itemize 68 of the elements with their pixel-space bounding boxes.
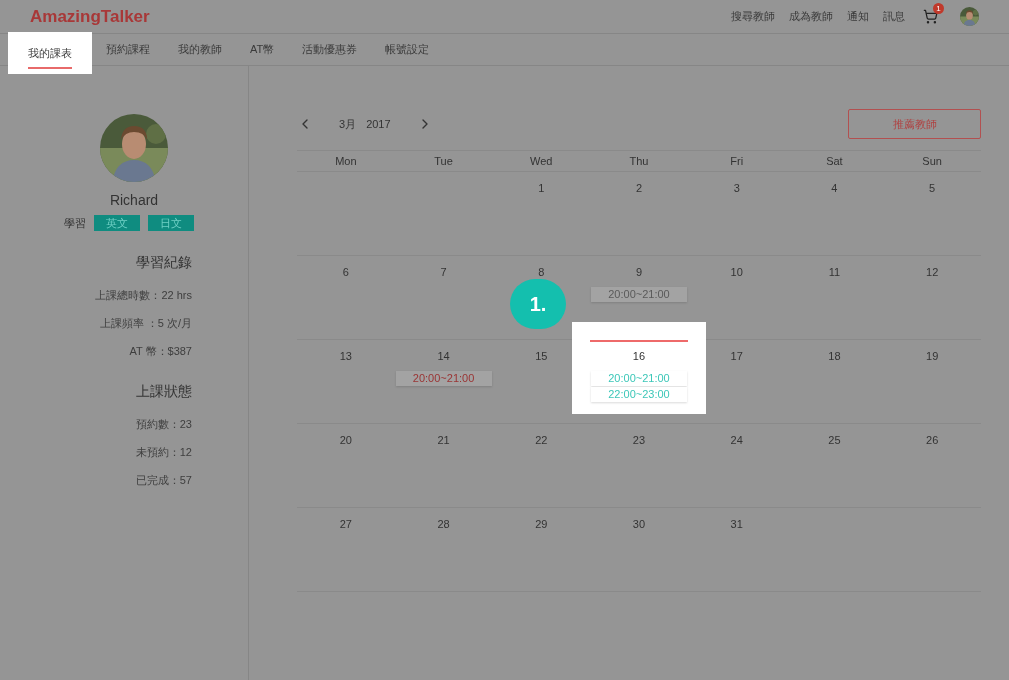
day-number[interactable]: 28 xyxy=(437,516,450,533)
day-number[interactable]: 12 xyxy=(926,264,939,281)
weekday-header: Wed xyxy=(529,153,554,169)
weekday-header: Sat xyxy=(825,153,844,169)
stat-line: 未預約：12 xyxy=(135,444,192,460)
month-label: 3月 xyxy=(339,116,357,132)
nav-link[interactable]: 搜尋教師 xyxy=(731,8,775,25)
nav-tab[interactable]: 帳號設定 xyxy=(371,34,444,65)
day-number[interactable]: 20 xyxy=(339,432,352,449)
day-number[interactable]: 11 xyxy=(828,264,841,281)
nav-link[interactable]: 成為教師 xyxy=(789,8,833,25)
stat-line: AT 幣：$387 xyxy=(129,343,192,359)
day-number[interactable]: 14 xyxy=(437,348,450,365)
day-number[interactable]: 23 xyxy=(632,432,646,449)
day-number[interactable]: 24 xyxy=(730,432,743,449)
day-number[interactable]: 29 xyxy=(535,516,548,533)
cart-badge: 1 xyxy=(933,3,944,14)
weekday-header: Thu xyxy=(628,153,650,169)
day-number[interactable]: 17 xyxy=(730,348,743,365)
year-label: 2017 xyxy=(366,116,391,132)
day-number[interactable]: 18 xyxy=(828,348,841,365)
nav-tab[interactable]: 活動優惠券 xyxy=(288,34,372,65)
day-number[interactable]: 19 xyxy=(926,348,939,365)
event-chip[interactable]: 20:00~21:00 xyxy=(591,286,687,302)
cart-icon[interactable] xyxy=(923,9,938,24)
step-marker: 1. xyxy=(510,279,566,329)
nav-tab[interactable]: 我的課表 xyxy=(8,32,92,74)
day-number[interactable]: 13 xyxy=(339,348,352,365)
nav-tab[interactable]: AT幣 xyxy=(236,34,289,65)
day-number[interactable]: 8 xyxy=(538,264,545,281)
day-number[interactable]: 3 xyxy=(733,180,740,197)
day-number[interactable]: 4 xyxy=(831,180,838,197)
stat-line: 已完成：57 xyxy=(135,472,192,488)
day-number[interactable]: 5 xyxy=(929,180,936,197)
nav-link[interactable]: 通知 xyxy=(847,8,869,25)
language-tag: 英文 xyxy=(94,215,140,232)
day-number[interactable]: 7 xyxy=(440,264,447,281)
learning-label: 學習 xyxy=(64,216,86,231)
language-tag: 日文 xyxy=(148,215,194,232)
day-number[interactable]: 27 xyxy=(339,516,352,533)
day-number[interactable]: 9 xyxy=(635,264,643,281)
stat-line: 上課總時數：22 hrs xyxy=(95,287,192,303)
day-number[interactable]: 2 xyxy=(635,180,643,197)
day-number[interactable]: 26 xyxy=(926,432,939,449)
nav-link[interactable]: 訊息 xyxy=(883,8,905,25)
day-number[interactable]: 30 xyxy=(632,516,646,533)
day-number[interactable]: 16 xyxy=(632,348,646,365)
user-avatar[interactable] xyxy=(960,7,979,26)
day-number[interactable]: 22 xyxy=(535,432,548,449)
weekday-header: Sun xyxy=(921,153,943,169)
profile-name: Richard xyxy=(109,191,159,210)
weekday-header: Mon xyxy=(334,153,358,169)
event-chip[interactable]: 20:00~21:00 xyxy=(395,370,492,386)
nav-tab[interactable]: 預約課程 xyxy=(92,34,164,65)
weekday-header: Fri xyxy=(729,153,745,169)
day-number[interactable]: 1 xyxy=(538,180,545,197)
section-title: 學習紀錄 xyxy=(136,252,192,272)
nav-tab[interactable]: 我的教師 xyxy=(164,34,236,65)
day-number[interactable]: 31 xyxy=(730,516,743,533)
stat-line: 預約數：23 xyxy=(135,416,192,432)
day-number[interactable]: 25 xyxy=(828,432,841,449)
day-number[interactable]: 15 xyxy=(535,348,548,365)
day-number[interactable]: 21 xyxy=(437,432,450,449)
section-title: 上課狀態 xyxy=(136,381,192,401)
weekday-header: Tue xyxy=(433,153,454,169)
stat-line: 上課頻率 ：5 次/月 xyxy=(99,315,192,331)
day-number[interactable]: 6 xyxy=(342,264,349,281)
day-number[interactable]: 10 xyxy=(730,264,743,281)
